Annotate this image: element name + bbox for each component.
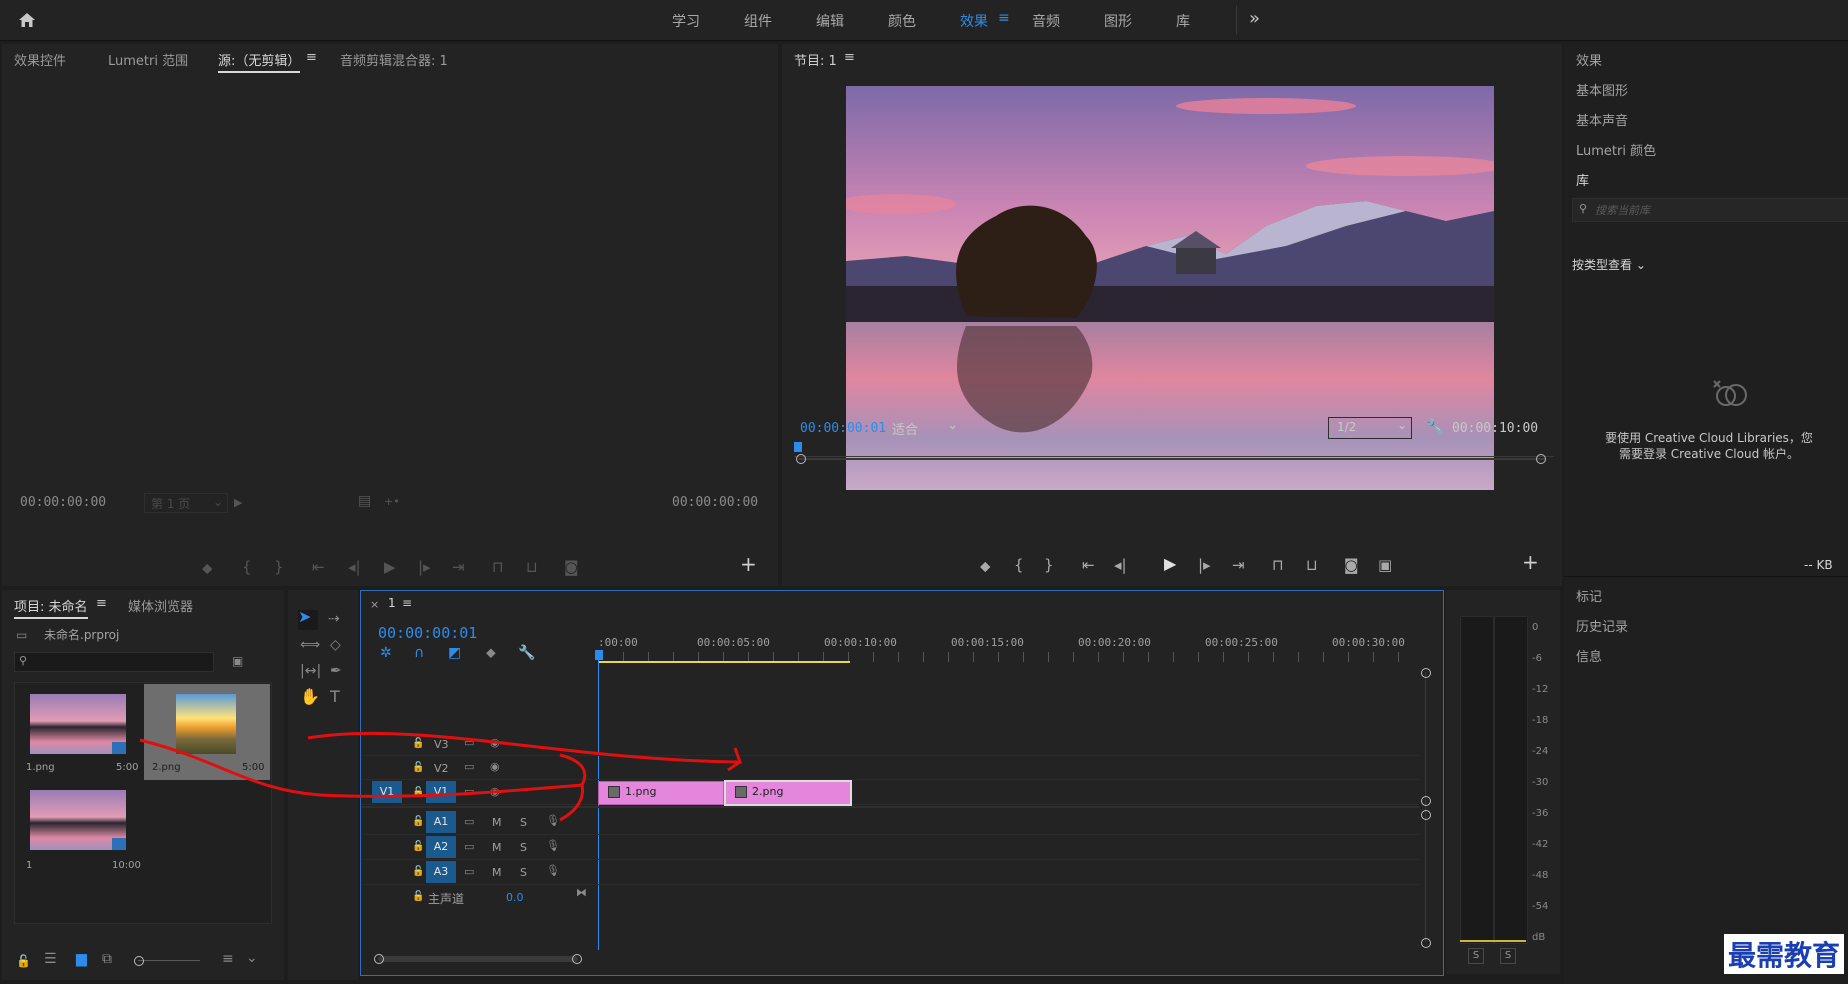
- meter-scale-label: -24: [1532, 746, 1549, 757]
- meter-scale-label: -18: [1532, 715, 1549, 726]
- meter-peak-bar: [1460, 940, 1526, 942]
- meter-scale-label: 0: [1532, 622, 1539, 633]
- meter-scale-label: -12: [1532, 684, 1549, 695]
- meter-solo-button[interactable]: S: [1468, 948, 1484, 964]
- meter-scale-label: -6: [1532, 653, 1542, 664]
- meter-channel-left: [1460, 616, 1494, 944]
- meter-solo-button[interactable]: S: [1500, 948, 1516, 964]
- meter-scale-label: -36: [1532, 808, 1549, 819]
- watermark-logo: 最需教育: [1724, 934, 1845, 974]
- meter-scale-label: -30: [1532, 777, 1549, 788]
- meter-scale-label: dB: [1532, 932, 1546, 943]
- meter-scale-label: -54: [1532, 901, 1549, 912]
- annotation-arrows: [139, 731, 743, 822]
- meter-scale-label: -48: [1532, 870, 1549, 881]
- meter-scale-label: -42: [1532, 839, 1549, 850]
- meter-channel-right: [1494, 616, 1528, 944]
